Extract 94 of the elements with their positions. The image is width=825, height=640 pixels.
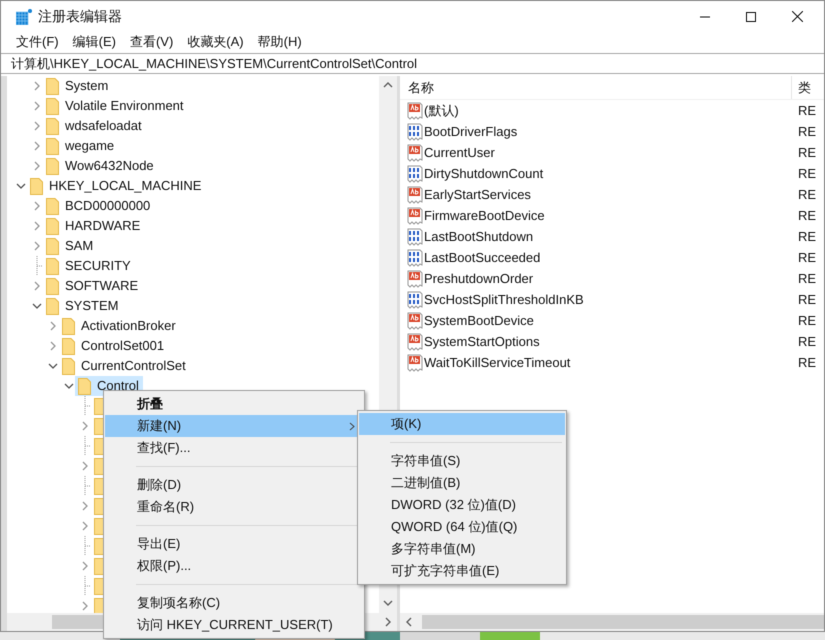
value-type: RE — [797, 354, 816, 372]
menu-bar-item[interactable]: 收藏夹(A) — [187, 32, 244, 52]
close-icon — [792, 11, 802, 22]
folder-icon — [46, 158, 59, 174]
tree-item[interactable]: Volatile Environment — [43, 96, 188, 116]
folder-icon — [78, 378, 91, 394]
value-name[interactable]: CurrentUser — [424, 142, 495, 162]
value-type: RE — [797, 144, 816, 162]
scrollbar-thumb[interactable] — [422, 615, 824, 629]
binary-value-icon — [407, 290, 423, 308]
binary-value-icon — [407, 228, 423, 246]
string-value-icon — [407, 144, 423, 162]
column-header[interactable]: 名称 — [400, 76, 792, 99]
folder-icon — [30, 178, 43, 194]
tree-item[interactable]: HKEY_LOCAL_MACHINE — [27, 176, 206, 196]
tree-item[interactable]: BCD00000000 — [43, 196, 154, 216]
tree-item[interactable]: HARDWARE — [43, 216, 144, 236]
menu-item[interactable]: QWORD (64 位)值(Q) — [359, 516, 565, 538]
value-type: RE — [797, 228, 816, 246]
value-name[interactable]: SvcHostSplitThresholdInKB — [424, 290, 584, 310]
tree-item[interactable]: SECURITY — [43, 256, 135, 276]
tree-item[interactable]: wegame — [43, 136, 118, 156]
value-name[interactable]: WaitToKillServiceTimeout — [424, 352, 570, 372]
value-name[interactable]: PreshutdownOrder — [424, 268, 534, 288]
menu-item[interactable]: 访问 HKEY_CURRENT_USER(T) — [105, 614, 363, 636]
folder-icon — [62, 358, 75, 374]
menu-item[interactable]: 可扩充字符串值(E) — [359, 560, 565, 582]
menu-item[interactable]: 复制项名称(C) — [105, 592, 363, 614]
tree-item[interactable]: ActivationBroker — [59, 316, 180, 336]
folder-icon — [46, 78, 59, 94]
value-type: RE — [797, 102, 816, 120]
menu-item[interactable]: 折叠 — [105, 393, 363, 415]
menu-bar-item[interactable]: 编辑(E) — [72, 32, 116, 52]
folder-icon — [46, 118, 59, 134]
folder-icon — [46, 138, 59, 154]
tree-item[interactable]: Wow6432Node — [43, 156, 158, 176]
tree-item[interactable]: SAM — [43, 236, 98, 256]
value-type: RE — [797, 186, 816, 204]
menu-bar-item[interactable]: 查看(V) — [130, 32, 174, 52]
folder-icon — [46, 258, 59, 274]
binary-value-icon — [407, 164, 423, 182]
tree-item[interactable]: SYSTEM — [43, 296, 122, 316]
tree-item[interactable]: ControlSet001 — [59, 336, 168, 356]
maximize-icon — [746, 12, 756, 22]
tree-item[interactable]: System — [43, 76, 112, 96]
string-value-icon — [407, 332, 423, 350]
value-type: RE — [797, 290, 816, 309]
window-title: 注册表编辑器 — [38, 7, 122, 26]
value-type: RE — [797, 122, 816, 141]
folder-icon — [46, 198, 59, 214]
tree-item[interactable]: CurrentControlSet — [59, 356, 190, 376]
string-value-icon — [407, 206, 423, 224]
horizontal-scrollbar[interactable] — [400, 613, 824, 631]
string-value-icon — [407, 312, 423, 330]
value-type: RE — [797, 312, 816, 330]
value-name[interactable]: FirmwareBootDevice — [424, 206, 545, 226]
folder-icon — [46, 98, 59, 114]
value-type: RE — [797, 206, 816, 225]
folder-icon — [62, 338, 75, 354]
value-name[interactable]: SystemBootDevice — [424, 310, 534, 330]
folder-icon — [62, 318, 75, 334]
value-type: RE — [797, 164, 816, 183]
folder-icon — [46, 238, 59, 254]
value-type: RE — [797, 332, 816, 351]
registry-app-icon — [16, 8, 32, 24]
tree-item[interactable]: SOFTWARE — [43, 276, 142, 296]
menu-item[interactable]: 多字符串值(M) — [359, 538, 565, 560]
string-value-icon — [407, 270, 423, 288]
menu-bar-item[interactable]: 帮助(H) — [258, 32, 302, 52]
value-name[interactable]: EarlyStartServices — [424, 184, 531, 204]
value-name[interactable]: SystemStartOptions — [424, 332, 540, 352]
value-type: RE — [797, 270, 816, 288]
menu-item[interactable]: 项(K) — [359, 413, 565, 435]
binary-value-icon — [407, 248, 423, 266]
value-name[interactable]: DirtyShutdownCount — [424, 164, 544, 184]
folder-icon — [46, 278, 59, 294]
folder-icon — [46, 218, 59, 234]
menu-item[interactable]: 二进制值(B) — [359, 472, 565, 494]
menu-item[interactable]: DWORD (32 位)值(D) — [359, 494, 565, 516]
value-name[interactable]: BootDriverFlags — [424, 122, 518, 142]
string-value-icon — [407, 102, 423, 120]
folder-icon — [46, 298, 59, 314]
column-header[interactable]: 类 — [792, 78, 811, 98]
value-name[interactable]: LastBootSucceeded — [424, 248, 540, 268]
menu-item[interactable]: 字符串值(S) — [359, 450, 565, 472]
menu-bar-item[interactable]: 文件(F) — [16, 32, 59, 52]
value-name[interactable]: LastBootShutdown — [424, 226, 534, 246]
string-value-icon — [407, 354, 423, 372]
tree-item[interactable]: wdsafeloadat — [43, 116, 146, 136]
address-bar[interactable]: 计算机\HKEY_LOCAL_MACHINE\SYSTEM\CurrentControlSet\Control — [1, 53, 824, 74]
binary-value-icon — [407, 122, 423, 140]
value-name[interactable]: (默认) — [424, 100, 459, 120]
value-type: RE — [797, 248, 816, 267]
string-value-icon — [407, 186, 423, 204]
